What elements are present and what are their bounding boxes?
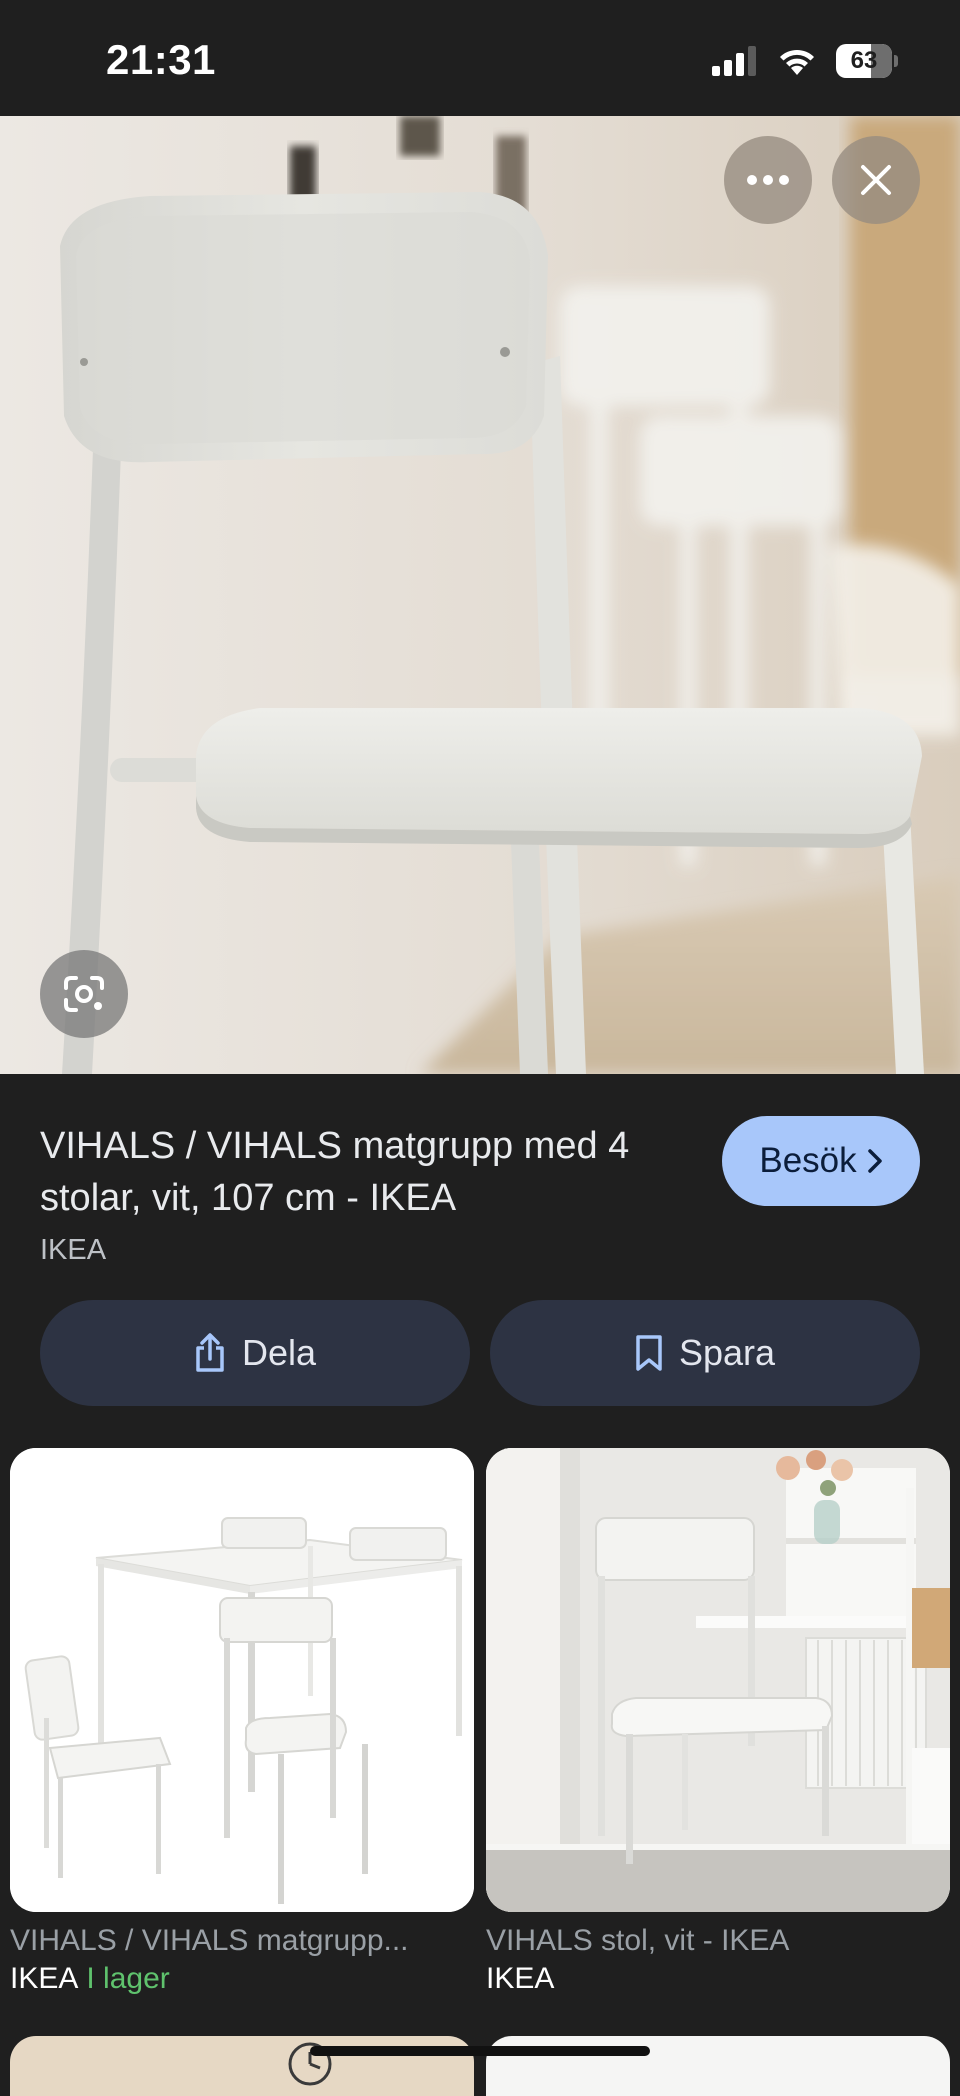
clock-icon: [288, 2042, 332, 2086]
chevron-right-icon: [867, 1149, 882, 1173]
related-meta: IKEA I lager: [10, 1962, 474, 1996]
cellular-signal-icon: [712, 46, 756, 76]
status-bar: 21:31 63: [0, 0, 960, 116]
status-time: 21:31: [106, 36, 216, 83]
more-options-button[interactable]: [724, 136, 812, 224]
battery-level: 63: [850, 47, 878, 74]
chair-photo: [0, 116, 960, 1074]
share-label: Dela: [241, 1332, 317, 1373]
close-icon: [861, 165, 891, 195]
related-source: IKEA: [486, 1962, 555, 1995]
status-icons: 63: [712, 44, 898, 78]
related-title[interactable]: VIHALS stol, vit - IKEA: [486, 1924, 950, 1958]
chair-room-photo: [486, 1448, 950, 1912]
related-title[interactable]: VIHALS / VIHALS matgrupp...: [10, 1924, 474, 1958]
related-card-partial[interactable]: [10, 2036, 474, 2096]
related-image[interactable]: [10, 1448, 474, 1912]
more-options-icon: [747, 175, 789, 185]
wifi-icon: [780, 49, 814, 75]
related-image[interactable]: [486, 1448, 950, 1912]
visit-label: Besök: [759, 1141, 857, 1180]
lens-search-button[interactable]: [40, 950, 128, 1038]
share-icon: [196, 1333, 224, 1372]
related-card[interactable]: VIHALS / VIHALS matgrupp... IKEA I lager: [10, 1448, 474, 1996]
result-title[interactable]: VIHALS / VIHALS matgrupp med 4 stolar, v…: [40, 1120, 700, 1224]
bookmark-icon: [636, 1335, 662, 1371]
share-button[interactable]: Dela: [40, 1300, 470, 1406]
battery-icon: 63: [836, 44, 898, 78]
result-source: IKEA: [40, 1234, 107, 1266]
stock-status: I lager: [86, 1962, 170, 1995]
visit-button[interactable]: Besök: [722, 1116, 920, 1206]
related-source: IKEA: [10, 1962, 79, 1995]
table-set-photo: [10, 1448, 474, 1912]
related-meta: IKEA: [486, 1962, 950, 1996]
related-card-partial[interactable]: [486, 2036, 950, 2096]
save-button[interactable]: Spara: [490, 1300, 920, 1406]
close-button[interactable]: [832, 136, 920, 224]
save-label: Spara: [678, 1332, 776, 1373]
lens-search-icon: [64, 976, 104, 1012]
related-card[interactable]: VIHALS stol, vit - IKEA IKEA: [486, 1448, 950, 1996]
hero-image[interactable]: [0, 116, 960, 1074]
home-indicator[interactable]: [310, 2046, 650, 2056]
